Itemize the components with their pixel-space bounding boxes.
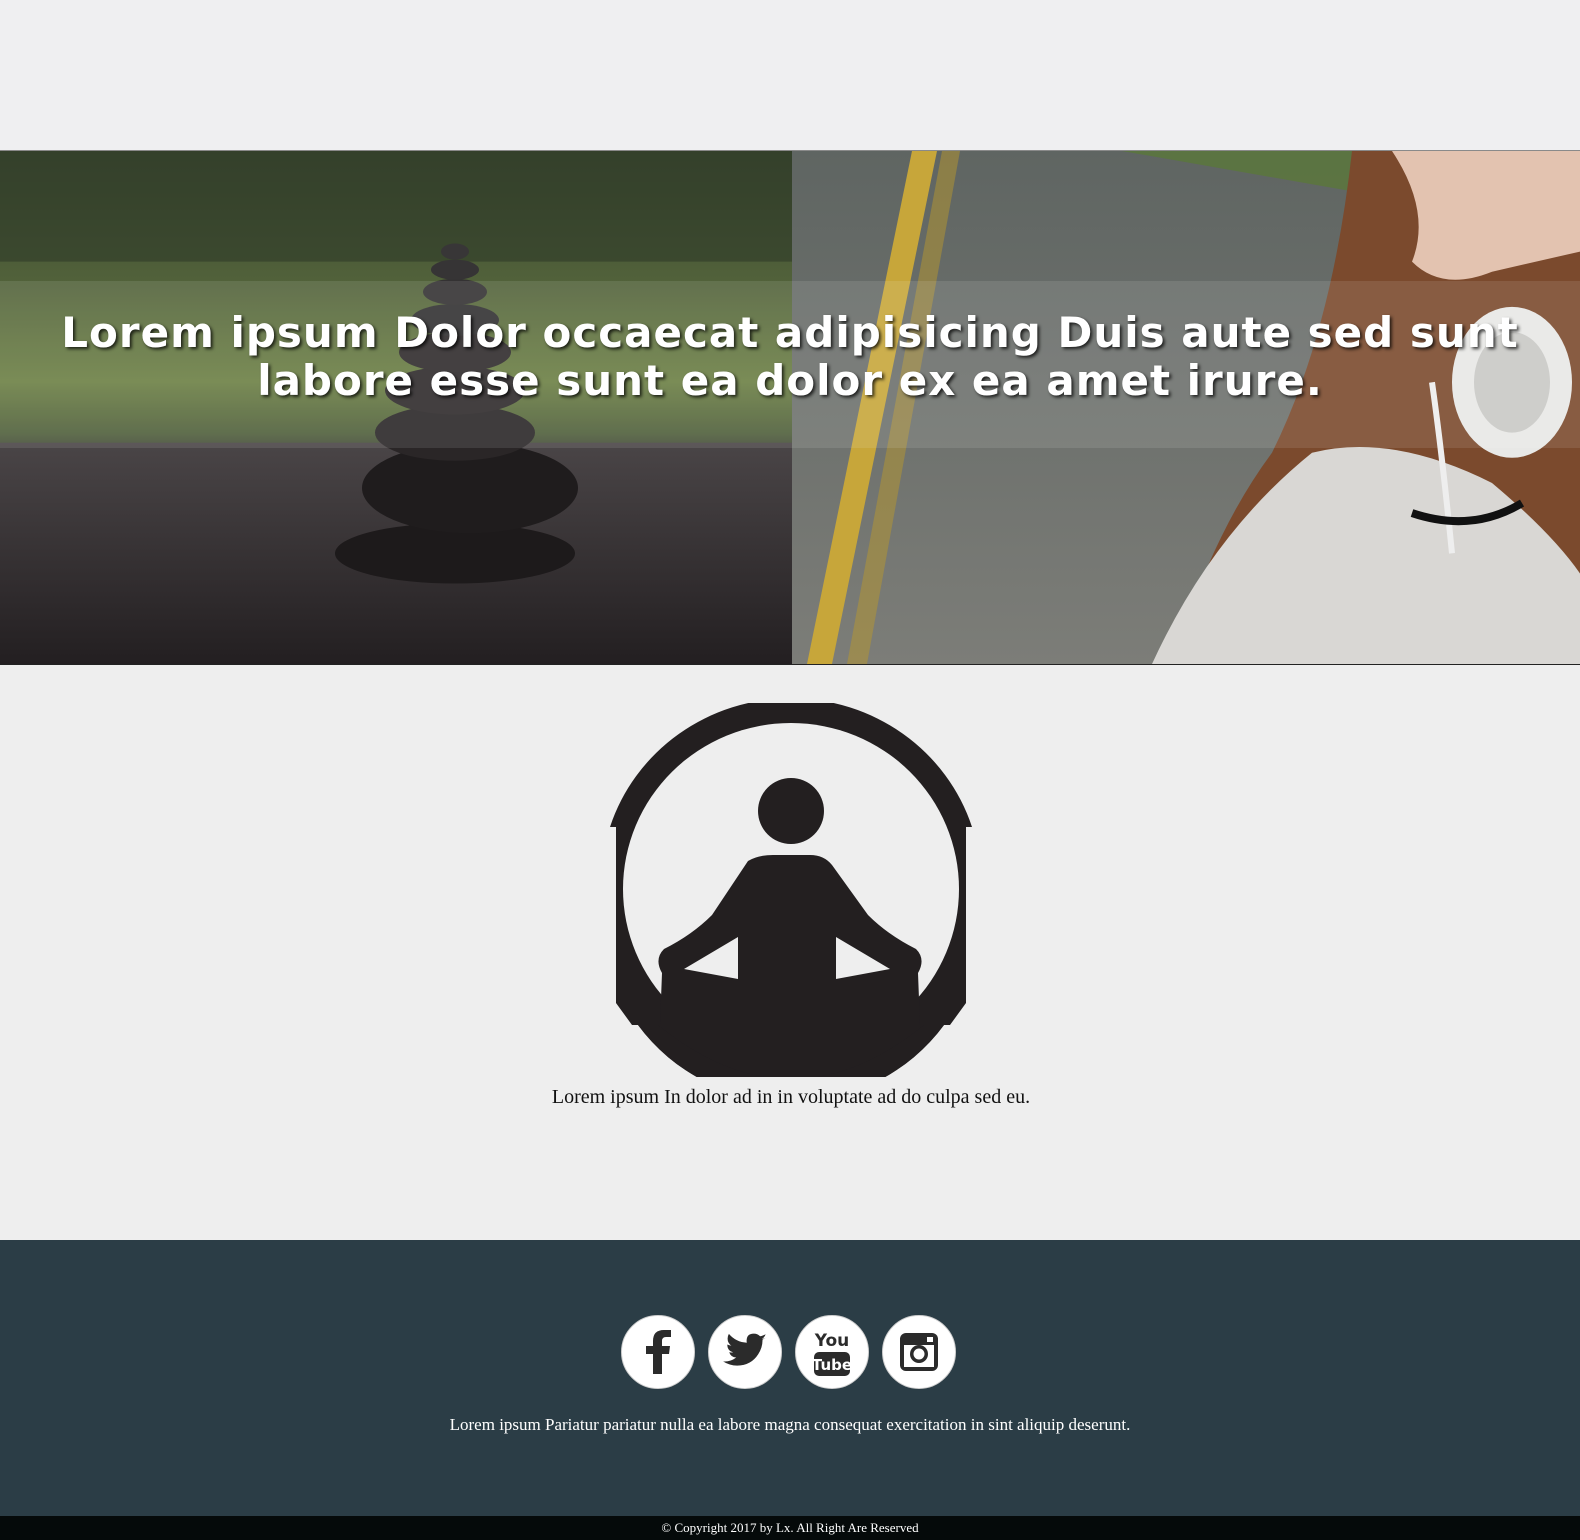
footer: You Tube Lorem ipsum Pariatur pariatur n…	[0, 1240, 1580, 1516]
hero-title: Lorem ipsum Dolor occaecat adipisicing D…	[61, 308, 1519, 405]
facebook-link[interactable]	[621, 1315, 695, 1389]
twitter-icon	[723, 1333, 767, 1366]
youtube-icon: You Tube	[812, 1331, 852, 1376]
hero-banner: Lorem ipsum Dolor occaecat adipisicing D…	[0, 150, 1580, 666]
meditation-figure-icon	[598, 703, 984, 1077]
instagram-icon	[900, 1333, 938, 1371]
youtube-link[interactable]: You Tube	[795, 1315, 869, 1389]
copyright-bar: © Copyright 2017 by Lx. All Right Are Re…	[0, 1516, 1580, 1540]
svg-text:You: You	[814, 1331, 850, 1351]
social-links: You Tube	[621, 1315, 956, 1391]
tagline-text: Lorem ipsum In dolor ad in in voluptate …	[551, 1086, 1031, 1108]
svg-text:Tube: Tube	[812, 1356, 852, 1374]
instagram-link[interactable]	[882, 1315, 956, 1389]
facebook-icon	[646, 1330, 671, 1374]
twitter-link[interactable]	[708, 1315, 782, 1389]
footer-text: Lorem ipsum Pariatur pariatur nulla ea l…	[449, 1415, 1131, 1434]
intro-section: Lorem ipsum In dolor ad in in voluptate …	[0, 665, 1580, 1240]
page: Lorem ipsum Dolor occaecat adipisicing D…	[0, 0, 1580, 1540]
